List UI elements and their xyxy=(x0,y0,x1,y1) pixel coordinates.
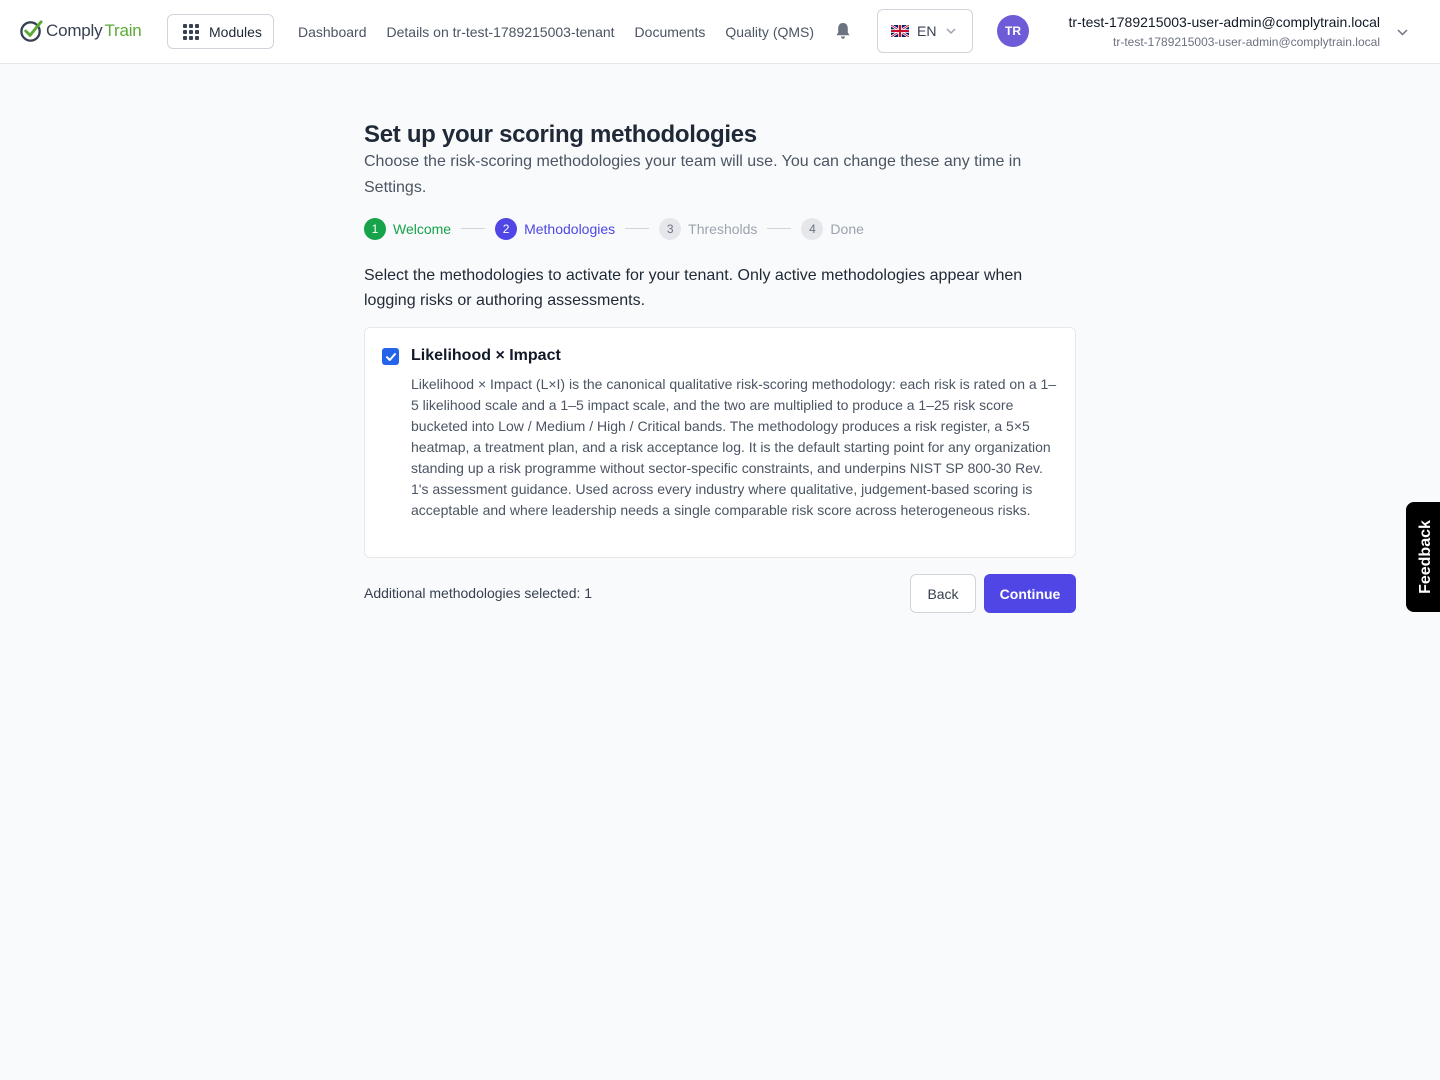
modules-button[interactable]: Modules xyxy=(167,14,274,49)
continue-button[interactable]: Continue xyxy=(984,574,1076,613)
step-welcome: 1 Welcome xyxy=(364,217,452,240)
back-button[interactable]: Back xyxy=(910,574,976,613)
nav-dashboard[interactable]: Dashboard xyxy=(298,24,367,40)
page-title: Set up your scoring methodologies xyxy=(364,121,757,148)
step-number: 2 xyxy=(495,217,518,240)
wizard-stepper: 1 Welcome 2 Methodologies 3 Thresholds 4… xyxy=(364,217,864,240)
step-number: 3 xyxy=(659,217,682,240)
user-avatar[interactable]: TR xyxy=(997,15,1029,47)
user-email: tr-test-1789215003-user-admin@complytrai… xyxy=(1113,35,1380,49)
methodology-description: Likelihood × Impact (L×I) is the canonic… xyxy=(411,376,1057,518)
uk-flag-icon xyxy=(891,25,909,37)
step-connector xyxy=(625,228,650,229)
step-done: 4 Done xyxy=(801,217,864,240)
step-label: Welcome xyxy=(393,220,452,237)
feedback-label: Feedback xyxy=(1417,520,1434,594)
step-connector xyxy=(767,228,792,229)
step-number: 4 xyxy=(801,217,824,240)
step-label: Thresholds xyxy=(688,220,758,237)
step-connector xyxy=(461,228,486,229)
chevron-down-icon xyxy=(946,28,956,35)
user-menu-chevron-down-icon[interactable] xyxy=(1397,28,1408,36)
check-circle-logo-icon xyxy=(20,20,43,42)
step-number: 1 xyxy=(364,217,386,240)
complytrain-logo[interactable]: Comply Train xyxy=(19,18,142,43)
grid-icon xyxy=(183,23,199,40)
page-subtitle: Choose the risk-scoring methodologies yo… xyxy=(364,153,1022,196)
step-label: Done xyxy=(830,220,864,237)
checkmark-icon xyxy=(385,352,396,361)
main-nav: Dashboard Details on tr-test-1789215003-… xyxy=(298,0,826,63)
methodology-title: Likelihood × Impact xyxy=(411,347,561,364)
nav-quality[interactable]: Quality (QMS) xyxy=(725,24,814,40)
logo-text-comply: Comply xyxy=(46,20,103,40)
selected-count-text: Additional methodologies selected: 1 xyxy=(364,585,593,601)
step-label: Methodologies xyxy=(524,220,616,237)
feedback-tab[interactable]: Feedback xyxy=(1406,502,1440,612)
nav-tenant-details[interactable]: Details on tr-test-1789215003-tenant xyxy=(387,24,615,40)
language-selector[interactable]: EN xyxy=(877,9,973,53)
step-thresholds: 3 Thresholds xyxy=(659,217,758,240)
intro-text: Select the methodologies to activate for… xyxy=(364,267,1023,309)
user-name: tr-test-1789215003-user-admin@complytrai… xyxy=(1068,14,1380,30)
methodology-checkbox[interactable] xyxy=(382,348,399,365)
nav-documents[interactable]: Documents xyxy=(635,24,706,40)
top-navigation-bar: Comply Train Modules Dashboard Details on… xyxy=(0,0,1440,64)
methodology-card[interactable]: Likelihood × Impact Likelihood × Impact … xyxy=(364,327,1076,558)
modules-label: Modules xyxy=(209,23,262,40)
logo-text-train: Train xyxy=(104,20,142,40)
language-code: EN xyxy=(917,23,937,39)
bell-icon[interactable] xyxy=(835,22,851,40)
step-methodologies: 2 Methodologies xyxy=(495,217,616,240)
